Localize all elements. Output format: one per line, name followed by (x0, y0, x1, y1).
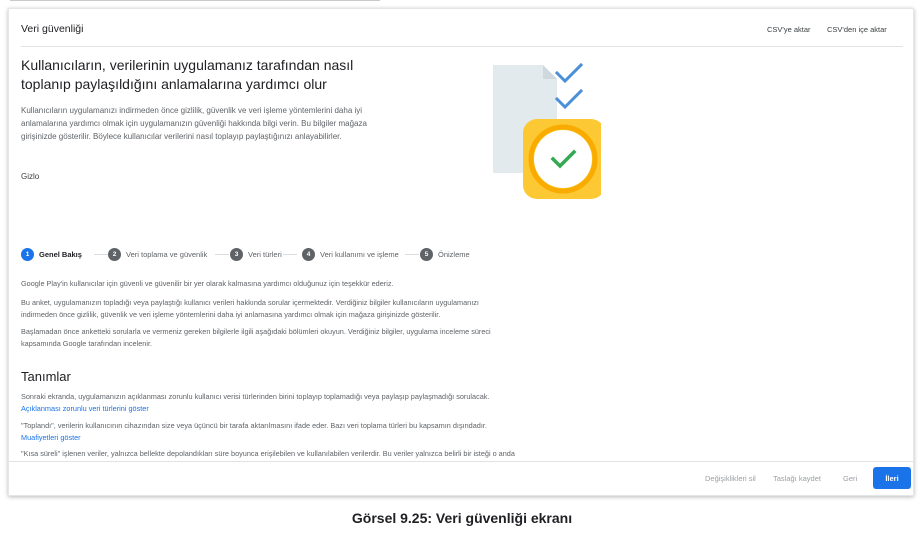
step-data-collection[interactable]: 2 Veri toplama ve güvenlik (108, 246, 207, 262)
discard-changes-button[interactable]: Değişiklikleri sil (705, 474, 756, 483)
intro-paragraph-2: Bu anket, uygulamanızın topladığı veya p… (21, 298, 479, 319)
definition-paragraph-1: Sonraki ekranda, uygulamanızın açıklanma… (21, 391, 515, 414)
step-number: 1 (21, 247, 34, 261)
badge-circle-inner (534, 130, 592, 188)
definition-text: "Toplandı", verilerin kullanıcının cihaz… (21, 421, 487, 430)
document-fold (543, 65, 557, 79)
step-number: 2 (108, 247, 121, 261)
step-label: Veri toplama ve güvenlik (126, 249, 208, 259)
top-edge (10, 0, 380, 1)
hero-description: Kullanıcıların uygulamanızı indirmeden ö… (21, 106, 367, 141)
privacy-link[interactable]: Gizlo (21, 172, 39, 181)
step-data-types[interactable]: 3 Veri türleri (230, 246, 282, 262)
check-mark-1 (554, 62, 584, 84)
step-number: 4 (302, 247, 315, 261)
data-safety-window: Veri güvenliği CSV'ye aktar CSV'den içe … (8, 8, 914, 496)
definition-text: Sonraki ekranda, uygulamanızın açıklanma… (21, 392, 490, 401)
show-required-data-types-link[interactable]: Açıklanması zorunlu veri türlerini göste… (21, 404, 149, 413)
step-label: Veri kullanımı ve işleme (320, 249, 399, 259)
checklist-document-with-check-badge-icon (485, 57, 605, 201)
definitions-heading: Tanımlar (21, 369, 71, 384)
import-csv-button[interactable]: CSV'den içe aktar (827, 25, 887, 34)
step-overview[interactable]: 1 Genel Bakış (21, 246, 82, 262)
step-connector (405, 254, 419, 255)
intro-paragraph-1: Google Play'in kullanıcılar için güvenli… (21, 279, 394, 288)
step-connector (283, 254, 297, 255)
page-header: Veri güvenliği CSV'ye aktar CSV'den içe … (9, 9, 913, 49)
step-label: Genel Bakış (39, 249, 82, 259)
page-title: Veri güvenliği (21, 23, 84, 35)
show-exemptions-link[interactable]: Muafiyetleri göster (21, 433, 81, 442)
action-bar: Değişiklikleri sil Taslağı kaydet Geri İ… (9, 462, 913, 495)
progress-stepper: 1 Genel Bakış 2 Veri toplama ve güvenlik… (21, 246, 491, 262)
check-mark-2 (554, 88, 584, 110)
step-label: Veri türleri (248, 249, 282, 259)
figure-caption: Görsel 9.25: Veri güvenliği ekranı (351, 510, 573, 526)
definition-paragraph-3: "Kısa süreli" işlenen veriler, yalnızca … (21, 449, 515, 461)
step-number: 3 (230, 247, 243, 261)
step-connector (94, 254, 108, 255)
hero-heading: Kullanıcıların, verilerinin uygulamanız … (21, 57, 354, 92)
main-content[interactable]: Kullanıcıların, verilerinin uygulamanız … (9, 47, 913, 461)
step-data-usage[interactable]: 4 Veri kullanımı ve işleme (302, 246, 399, 262)
next-button[interactable]: İleri (873, 467, 911, 489)
step-label: Önizleme (438, 249, 470, 259)
back-button[interactable]: Geri (843, 474, 857, 483)
export-csv-button[interactable]: CSV'ye aktar (767, 25, 811, 34)
step-connector (215, 254, 229, 255)
step-preview[interactable]: 5 Önizleme (420, 246, 470, 262)
definition-paragraph-2: "Toplandı", verilerin kullanıcının cihaz… (21, 420, 515, 443)
step-number: 5 (420, 247, 433, 261)
intro-paragraph-3: Başlamadan önce anketteki sorularla ve v… (21, 327, 491, 348)
save-draft-button[interactable]: Taslağı kaydet (773, 474, 821, 483)
